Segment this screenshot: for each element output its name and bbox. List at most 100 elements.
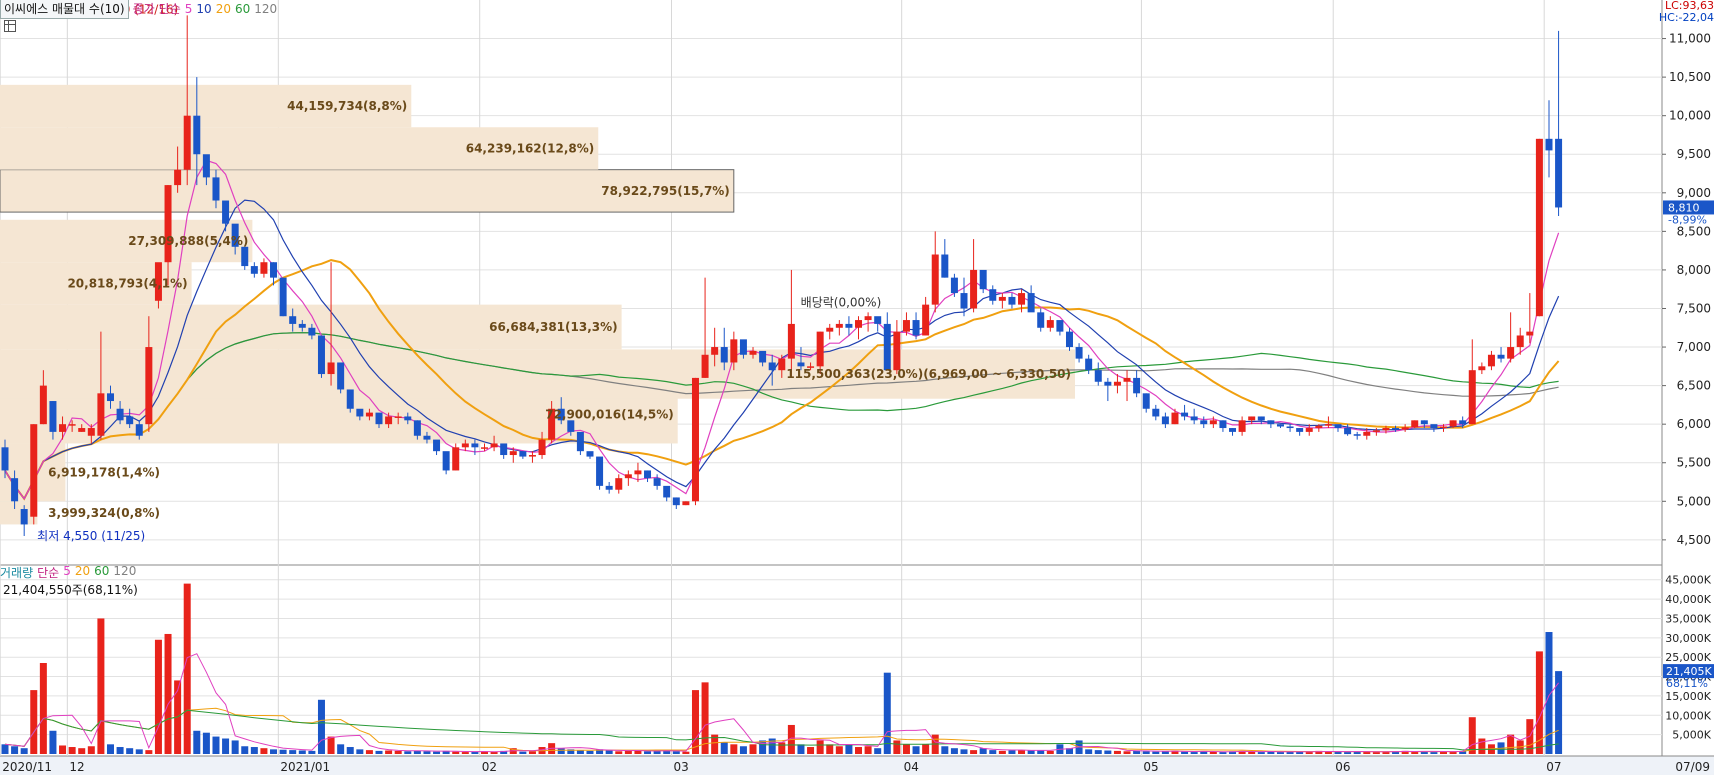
legend-vol-ma5[interactable]: 5 (63, 564, 71, 580)
candle-body (241, 246, 249, 267)
candle-body (576, 431, 584, 452)
legend-vol-ma20[interactable]: 20 (75, 564, 90, 580)
x-month-label: 06 (1335, 760, 1350, 774)
volume-bar (720, 742, 728, 754)
candle-body (1133, 377, 1141, 394)
volume-bar (461, 752, 469, 754)
candle-body (1094, 370, 1102, 382)
volume-bar (845, 744, 853, 754)
stock-chart[interactable]: 11,000 10,500 10,000 9,500 9,000 8,500 8,000 7,… (0, 0, 1714, 775)
candle-body (586, 451, 594, 457)
candle-body (452, 447, 460, 471)
volume-bar (1104, 750, 1112, 754)
hc-value: HC:-22,04 (1658, 11, 1714, 24)
candle-body (1161, 416, 1169, 425)
legend-close[interactable]: 종가 (133, 0, 155, 18)
candle-body (778, 358, 786, 371)
candle-body (222, 200, 230, 224)
volume-bar (893, 740, 901, 754)
volume-profile-label: 64,239,162(12,8%) (466, 141, 595, 155)
volume-bar (864, 746, 872, 754)
candle-body (960, 293, 968, 309)
volume-bar (759, 740, 767, 754)
volume-bar (385, 750, 393, 754)
candle-body (893, 331, 901, 371)
volume-profile-label: 115,500,363(23,0%)(6,969,00 ~ 6,330,50) (786, 367, 1071, 381)
candle-body (11, 478, 19, 502)
table-icon[interactable] (4, 20, 16, 32)
volume-bar (250, 747, 258, 754)
candle-body (1181, 412, 1189, 417)
candle-body (1344, 428, 1352, 435)
candle-body (49, 401, 57, 432)
volume-bar (1152, 751, 1160, 754)
candle-body (1478, 366, 1486, 371)
low-price-annotation: 최저 4,550 (11/25) (37, 529, 145, 543)
volume-bar (960, 749, 968, 754)
candle-body (385, 416, 393, 425)
candle-body (1516, 335, 1524, 348)
candle-body (739, 339, 747, 355)
candle-body (270, 262, 278, 278)
volume-bar (1046, 750, 1054, 754)
volume-bar (1, 744, 9, 754)
candle-body (1315, 425, 1323, 429)
volume-tick-label: 10,000K (1665, 709, 1711, 722)
legend-ma20[interactable]: 20 (216, 0, 231, 18)
legend-ma-type[interactable]: 단순 (159, 0, 181, 18)
candle-body (1248, 416, 1256, 421)
candle-body (346, 389, 354, 409)
legend-vol-ma120[interactable]: 120 (113, 564, 136, 580)
candle-body (193, 115, 201, 155)
price-tick-label: 6,000 (1677, 417, 1711, 431)
candle-body (653, 478, 661, 486)
candle-body (30, 424, 38, 517)
candle-body (308, 327, 316, 336)
volume-bar (1027, 750, 1035, 754)
volume-bar (816, 740, 824, 754)
price-tick-label: 9,500 (1677, 147, 1711, 161)
candle-body (1027, 293, 1035, 313)
volume-bar (327, 736, 335, 754)
price-tick-label: 8,500 (1677, 224, 1711, 238)
legend-ma5[interactable]: 5 (185, 0, 193, 18)
volume-bar (433, 751, 441, 754)
candle-body (912, 320, 920, 336)
price-tick-label: 11,000 (1669, 32, 1711, 46)
chart-title[interactable]: 이씨에스 매물대 수(10) (0, 0, 129, 19)
candle-body (1535, 138, 1543, 317)
chart-window: 11,000 10,500 10,000 9,500 9,000 8,500 8,000 7,… (0, 0, 1714, 775)
volume-bar (30, 690, 38, 754)
legend-ma120[interactable]: 120 (254, 0, 277, 18)
candle-body (998, 296, 1006, 301)
candle-body (174, 169, 182, 186)
candle-body (145, 347, 153, 425)
volume-bar (87, 746, 95, 754)
candle-body (1468, 370, 1476, 425)
volume-bar (20, 748, 28, 754)
price-tick-label: 8,000 (1677, 263, 1711, 277)
candle-body (1219, 420, 1227, 429)
legend-volume[interactable]: 거래량 (0, 564, 33, 580)
candle-body (87, 428, 95, 436)
candle-body (1046, 320, 1054, 328)
candle-body (1487, 354, 1495, 367)
legend-vol-ma60[interactable]: 60 (94, 564, 109, 580)
candle-body (672, 497, 680, 506)
volume-bar (106, 744, 114, 754)
candle-body (1459, 420, 1467, 425)
x-month-label: 03 (674, 760, 689, 774)
candle-body (835, 323, 843, 328)
volume-bar (1257, 752, 1265, 754)
candle-body (126, 416, 134, 425)
legend-ma10[interactable]: 10 (196, 0, 211, 18)
candle-body (768, 362, 776, 371)
candle-body (538, 439, 546, 456)
volume-bar (807, 747, 815, 754)
legend-ma60[interactable]: 60 (235, 0, 250, 18)
candle-body (1363, 431, 1371, 436)
legend-vol-ma-type[interactable]: 단순 (37, 564, 59, 580)
volume-bar (202, 732, 210, 754)
candle-body (922, 304, 930, 336)
volume-bar (950, 748, 958, 754)
